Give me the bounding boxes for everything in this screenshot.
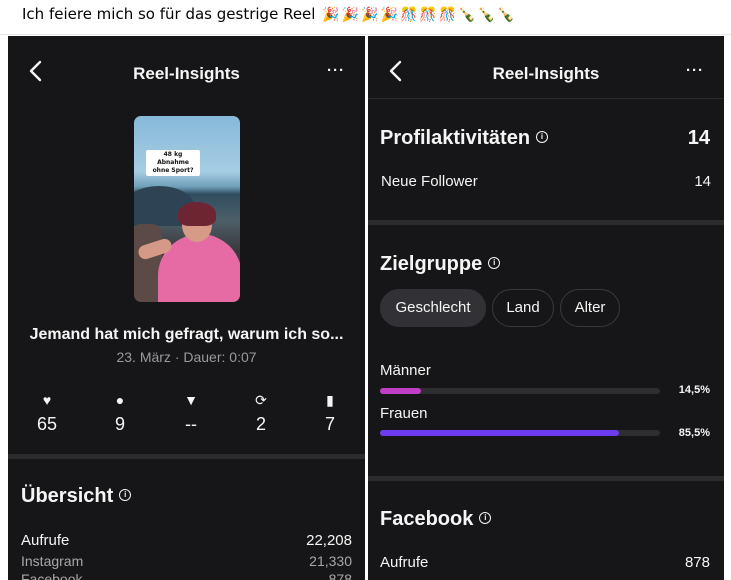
facebook-heading: Facebook i [380,508,492,531]
audience-heading: Zielgruppe i [380,253,501,276]
more-options-icon[interactable]: ··· [327,62,345,79]
post-caption: Ich feiere mich so für das gestrige Reel [22,5,316,23]
champagne-emoji-3: 🍾 [497,7,515,23]
bar-label-men: Männer [380,362,431,379]
overview-row-views: Aufrufe 22,208 [21,532,352,549]
bar-fill-women [380,430,620,436]
stat-comments: ● 9 [95,392,145,435]
audience-heading-text: Zielgruppe [380,253,483,275]
overview-row-instagram: Instagram 21,330 [21,553,352,569]
top-bar: Reel-Insights ··· [8,36,365,96]
thumbnail-caption: 48 kg Abnahme ohne Sport? [146,150,200,176]
info-icon[interactable]: i [119,488,132,501]
stat-value: 9 [114,414,125,434]
stat-value: 7 [324,414,335,434]
reel-insights-screenshot-right: Reel-Insights ··· Profilaktivitäten i 14 … [368,36,724,580]
page-title: Reel-Insights [133,64,240,83]
row-label: Aufrufe [21,532,70,549]
profile-activity-heading-text: Profilaktivitäten [380,127,531,149]
section-separator [368,476,724,481]
stat-saves: ▮ 7 [305,392,355,435]
top-bar: Reel-Insights ··· [368,36,724,96]
repost-icon: ⟳ [255,392,267,408]
overview-heading-text: Übersicht [21,485,114,507]
header-separator [368,98,724,99]
info-icon[interactable]: i [479,511,492,524]
save-icon: ▮ [326,392,334,408]
bar-label-women: Frauen [380,405,428,422]
overview-heading: Übersicht i [21,485,132,508]
row-value: 22,208 [306,532,352,549]
post-text: Ich feiere mich so für das gestrige Reel… [22,5,515,23]
row-label: Aufrufe [380,554,429,571]
engagement-stats: ♥ 65 ● 9 ▼ -- ⟳ 2 ▮ 7 [22,392,352,436]
champagne-emoji-1: 🍾 [458,7,476,23]
row-value: 878 [328,571,352,580]
party-popper-emoji-2: 🎉 [341,7,360,23]
bar-track-men [380,388,660,394]
confetti-emoji-1: 🎊 [399,7,418,23]
party-popper-emoji-3: 🎉 [361,7,379,23]
overview-row-facebook: Facebook 878 [21,571,352,580]
send-icon: ▼ [184,392,198,408]
row-label: Instagram [21,553,84,569]
bar-track-women [380,430,660,436]
profile-activity-heading: Profilaktivitäten i [380,127,549,150]
page-title: Reel-Insights [492,64,600,83]
profile-row-new-followers: Neue Follower 14 [381,173,711,190]
reel-thumbnail[interactable]: 48 kg Abnahme ohne Sport? [134,116,240,302]
row-value: 878 [684,554,710,571]
stat-shares: ▼ -- [166,392,216,435]
profile-activity-total: 14 [687,127,710,149]
stat-reposts: ⟳ 2 [236,392,286,435]
stat-value: -- [185,414,197,434]
party-popper-emoji-1: 🎉 [322,7,340,23]
row-label: Neue Follower [381,173,478,190]
reel-meta: 23. März · Dauer: 0:07 [116,349,257,365]
facebook-row-views: Aufrufe 878 [380,554,710,571]
bar-fill-men [380,388,421,394]
chip-country[interactable]: Land [492,289,554,327]
section-separator [8,454,365,459]
info-icon[interactable]: i [536,130,549,143]
party-popper-emoji-4: 🎉 [380,7,398,23]
stat-value: 65 [36,414,58,434]
confetti-emoji-2: 🎊 [419,7,437,23]
stat-likes: ♥ 65 [22,392,72,435]
comment-icon: ● [115,392,125,408]
row-value: 21,330 [309,553,352,569]
info-icon[interactable]: i [488,256,501,269]
confetti-emoji-3: 🎊 [438,7,457,23]
post-divider [0,34,731,35]
more-options-icon[interactable]: ··· [686,62,704,79]
bar-percent-women: 85,5% [678,427,710,439]
facebook-heading-text: Facebook [380,508,474,530]
chip-age[interactable]: Alter [560,289,620,327]
heart-icon: ♥ [42,392,52,408]
stat-value: 2 [255,414,266,434]
row-value: 14 [694,173,711,190]
champagne-emoji-2: 🍾 [477,7,496,23]
bar-percent-men: 14,5% [678,384,710,396]
row-label: Facebook [21,571,83,580]
reel-insights-screenshot-left: Reel-Insights ··· 48 kg Abnahme ohne Spo… [8,36,365,580]
reel-title: Jemand hat mich gefragt, warum ich so... [29,326,344,343]
chip-gender[interactable]: Geschlecht [380,289,486,327]
thumbnail-person-hair [178,202,216,226]
section-separator [368,220,724,225]
